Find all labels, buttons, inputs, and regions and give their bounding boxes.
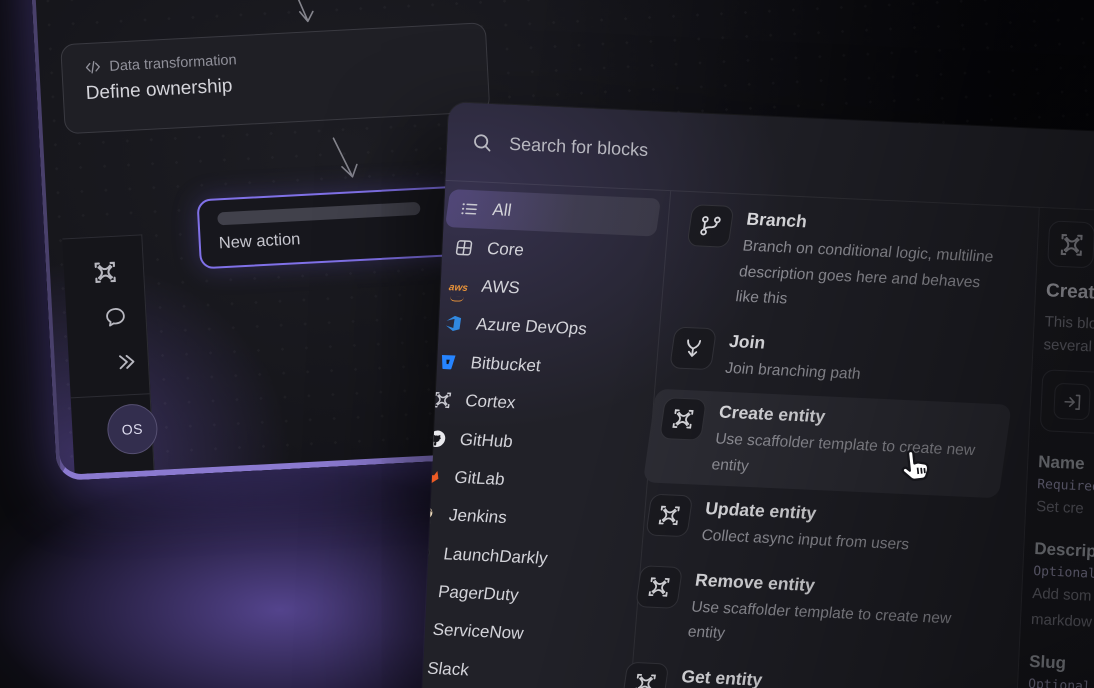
field-desc: Set cre — [1036, 496, 1094, 527]
chat-icon[interactable] — [103, 304, 128, 334]
detail-title: Create entity — [1046, 280, 1094, 311]
list-all-icon — [458, 199, 481, 220]
node-tag-label: Data transformation — [109, 52, 237, 75]
user-avatar[interactable]: OS — [106, 403, 159, 456]
block-content: Update entity Collect async input from u… — [700, 496, 915, 558]
category-label: Azure DevOps — [475, 315, 588, 340]
node-new-action[interactable]: New action — [196, 185, 467, 269]
category-label: Cortex — [464, 391, 517, 413]
avatar-initials: OS — [121, 421, 143, 438]
field-name: Name Required Set cre — [1036, 452, 1094, 527]
block-desc: Use scaffolder template to create new en… — [710, 426, 979, 489]
expand-chevrons-icon[interactable] — [115, 350, 138, 378]
block-title: Join — [728, 329, 867, 360]
cortex-logo-icon[interactable] — [92, 259, 120, 291]
rail-divider — [71, 393, 150, 398]
category-label: Jenkins — [448, 506, 508, 529]
cortex-icon — [645, 494, 693, 538]
block-desc: Join branching path — [724, 355, 863, 386]
screenshot-stage: Data transformation Define ownership New… — [0, 0, 1094, 688]
category-label: GitLab — [453, 468, 506, 490]
cursor-pointer — [894, 446, 936, 488]
category-label: Bitbucket — [469, 353, 542, 376]
bitbucket-icon — [436, 352, 459, 373]
block-desc: Branch on conditional logic, multiline d… — [734, 234, 1007, 322]
category-label: GitHub — [458, 429, 514, 451]
cortex-icon — [1047, 220, 1094, 268]
branch-icon — [687, 204, 735, 248]
block-title: Get entity — [680, 664, 844, 688]
input-icon — [1053, 383, 1091, 421]
block-remove-entity[interactable]: Remove entity Use scaffolder template to… — [619, 556, 988, 666]
block-desc: Use scaffolder template to create new en… — [686, 594, 955, 657]
block-content: Join Join branching path — [724, 329, 867, 387]
block-branch[interactable]: Branch Branch on conditional logic, mult… — [667, 196, 1040, 331]
block-content: Create entity Use scaffolder template to… — [710, 400, 983, 489]
category-label: All — [491, 200, 513, 221]
cortex-icon — [635, 565, 683, 609]
category-label: AWS — [480, 277, 521, 299]
field-slug: Slug Optional — [1028, 652, 1094, 688]
field-desc: markdow — [1031, 609, 1094, 640]
azure-devops-icon — [442, 313, 465, 334]
new-action-label: New action — [218, 222, 447, 253]
core-grid-icon — [453, 237, 476, 258]
search-icon — [471, 131, 494, 154]
field-optional-tag: Optional — [1028, 677, 1094, 688]
join-icon — [669, 326, 717, 370]
block-picker-modal: All Core aws AWS — [420, 102, 1094, 688]
category-label: LaunchDarkly — [442, 544, 549, 569]
cortex-icon — [621, 661, 669, 688]
aws-icon: aws — [447, 275, 470, 296]
cortex-icon — [659, 397, 707, 441]
category-label: Slack — [426, 659, 470, 681]
category-label: ServiceNow — [431, 620, 524, 644]
block-join[interactable]: Join Join branching path — [657, 318, 1022, 402]
search-input[interactable] — [509, 133, 1094, 185]
detail-desc: several — [1043, 333, 1094, 365]
block-content: Remove entity Use scaffolder template to… — [686, 567, 959, 656]
category-label: PagerDuty — [437, 582, 520, 606]
inputs-card[interactable] — [1040, 369, 1094, 441]
block-create-entity[interactable]: Create entity Use scaffolder template to… — [643, 389, 1012, 499]
block-update-entity[interactable]: Update entity Collect async input from u… — [633, 485, 998, 569]
code-icon — [84, 58, 102, 76]
skeleton-placeholder — [217, 202, 420, 226]
field-description: Description Optional Add som markdow — [1031, 539, 1094, 640]
category-label: Core — [486, 239, 526, 261]
side-rail: OS — [62, 234, 155, 480]
block-content: Branch Branch on conditional logic, mult… — [734, 207, 1010, 322]
block-content: Get entity Transform data with JQ — [676, 664, 844, 688]
